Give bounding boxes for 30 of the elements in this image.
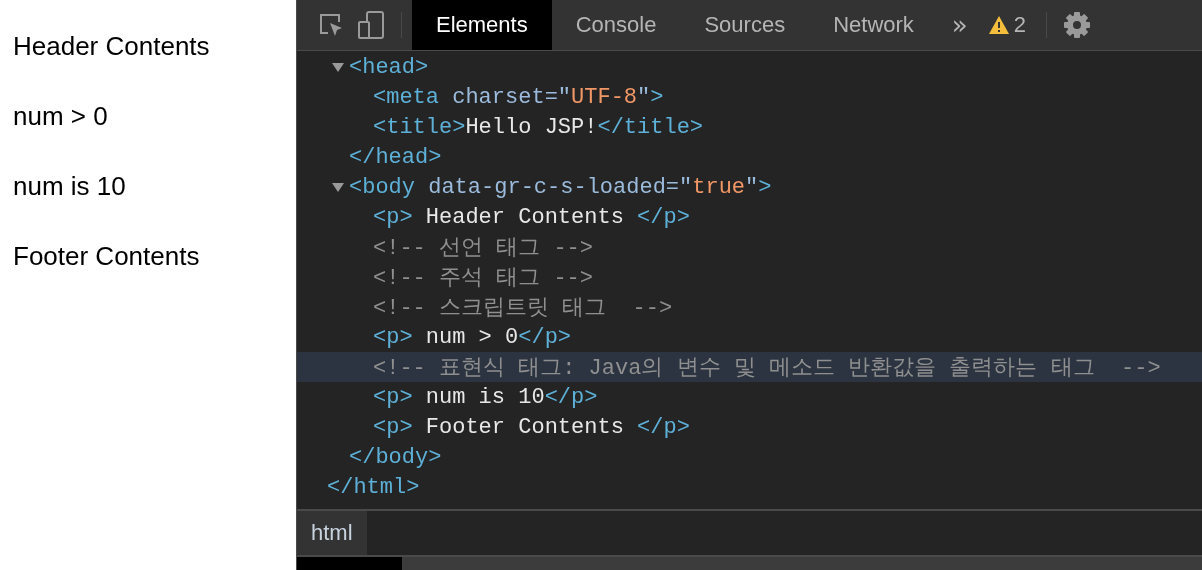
code-line[interactable]: <p> Footer Contents </p> [373, 414, 690, 440]
scrollbar[interactable] [297, 555, 1202, 570]
tab[interactable]: Elements [412, 0, 552, 50]
code-line[interactable]: <p> num > 0</p> [373, 324, 572, 350]
code-line[interactable]: <body data-gr-c-s-loaded="true"> [349, 174, 772, 200]
expanded-triangle-icon[interactable] [331, 61, 345, 73]
tab[interactable]: Network [809, 0, 938, 50]
breadcrumb[interactable]: html [297, 511, 367, 555]
code-line[interactable]: <!-- 표현식 태그: Java의 변수 및 메소드 반환값을 출력하는 태그 --> [373, 352, 1161, 382]
warning-icon [987, 15, 1010, 35]
paragraph: num is 10 [13, 170, 126, 203]
warnings-button[interactable]: 2 [981, 0, 1036, 50]
code-line[interactable]: <p> Header Contents </p> [373, 204, 690, 230]
code-line[interactable]: </html> [327, 474, 420, 500]
code-line[interactable]: <p> num is 10</p> [373, 384, 598, 410]
code-line[interactable]: <!-- 선언 태그 --> [373, 232, 594, 262]
code-line[interactable]: <title>Hello JSP!</title> [373, 114, 704, 140]
paragraph: num > 0 [13, 100, 108, 133]
code-line[interactable]: <!-- 스크립트릿 태그 --> [373, 292, 673, 322]
tab[interactable]: Console [551, 0, 681, 50]
code-line[interactable]: <head> [349, 54, 429, 80]
code-line[interactable]: <!-- 주석 태그 --> [373, 262, 594, 292]
expanded-triangle-icon[interactable] [331, 181, 345, 193]
code-line[interactable]: <meta charset="UTF-8"> [373, 84, 664, 110]
paragraph: Header Contents [13, 30, 210, 63]
paragraph: Footer Contents [13, 240, 200, 273]
tab[interactable]: Sources [680, 0, 810, 50]
more-tabs-button[interactable]: » [937, 0, 982, 50]
code-line[interactable]: </body> [349, 444, 442, 470]
code-line[interactable]: </head> [349, 144, 442, 170]
